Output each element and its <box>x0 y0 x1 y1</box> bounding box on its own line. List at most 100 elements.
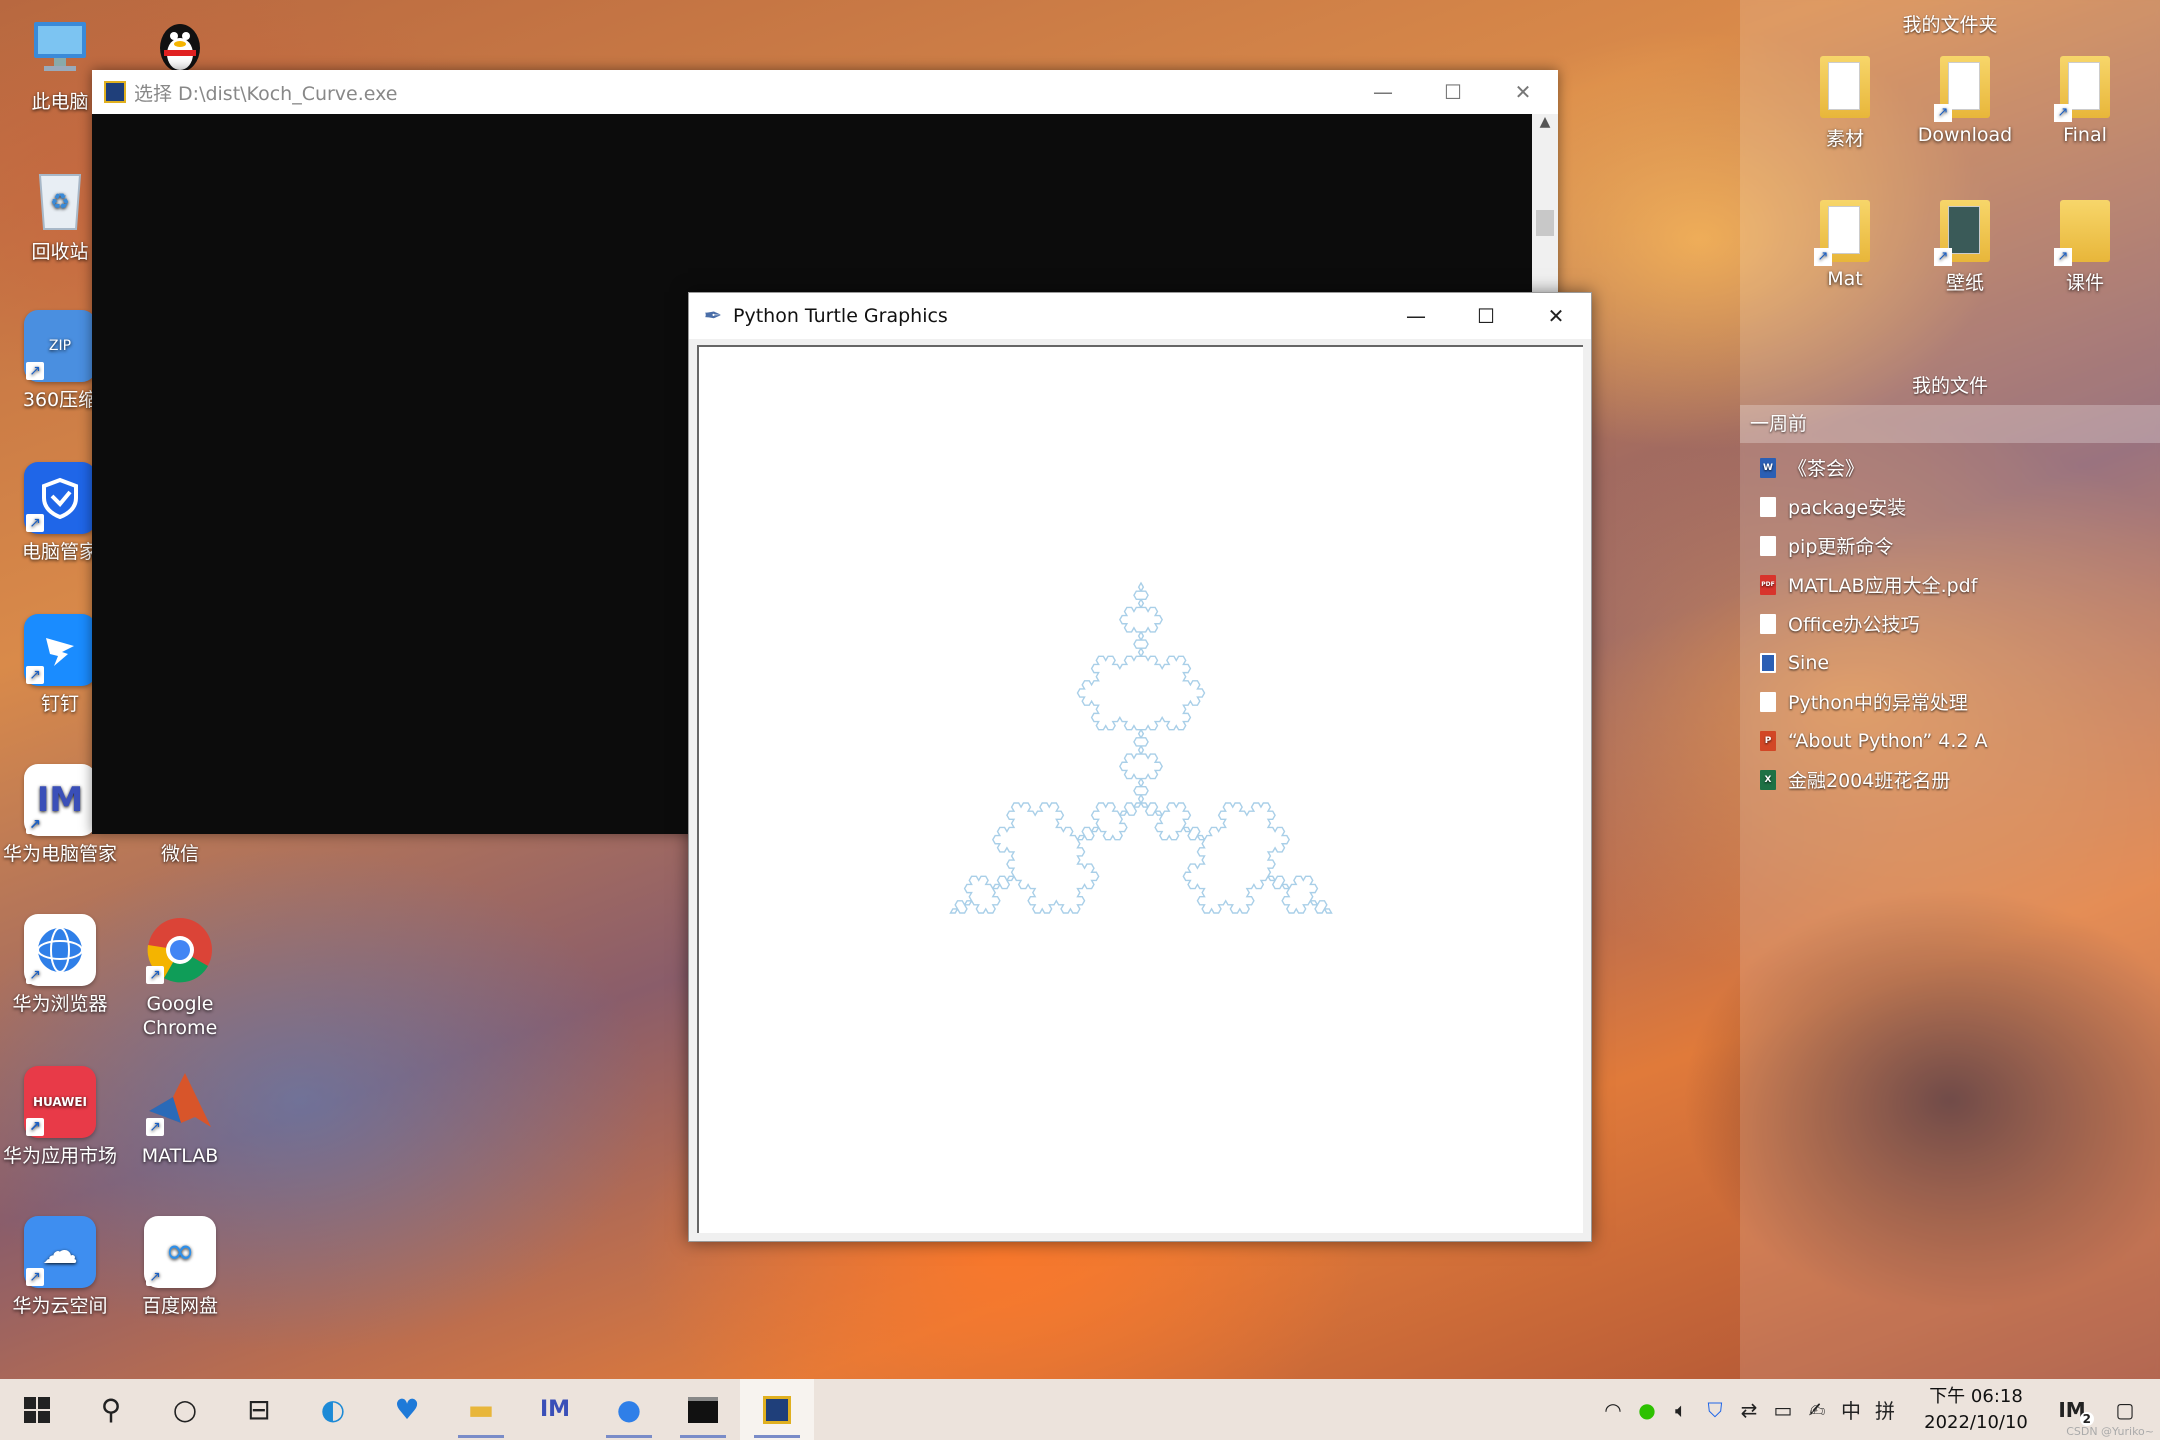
clock-time: 下午 06:18 <box>1929 1385 2023 1407</box>
huawei-tray-icon[interactable]: IM 2 <box>2050 1398 2094 1426</box>
settings-sliders-icon[interactable]: ⇄ <box>1732 1398 1766 1422</box>
desktop-icon-appgallery[interactable]: HUAWEI ↗ 华为应用市场 <box>0 1066 120 1168</box>
text-file-icon <box>1760 691 1776 712</box>
desktop-icon-label: 微信 <box>160 843 199 865</box>
ime-pinyin-button[interactable]: 拼 <box>1868 1395 1902 1424</box>
recent-group-header[interactable]: 一周前 <box>1740 405 2160 443</box>
browser-icon: ● <box>616 1393 642 1426</box>
taskbar-huawei-browser[interactable]: ● <box>592 1379 666 1440</box>
taskbar-edge[interactable]: ◐ <box>296 1379 370 1440</box>
start-button[interactable] <box>0 1379 74 1440</box>
file-icon <box>1760 652 1776 673</box>
text-file-icon <box>1760 496 1776 517</box>
console-titlebar[interactable]: 选择 D:\dist\Koch_Curve.exe — ☐ ✕ <box>92 70 1558 114</box>
task-view-button[interactable]: ⊟ <box>222 1379 296 1440</box>
watermark: CSDN @Yuriko~ <box>2066 1425 2154 1438</box>
svg-text:♻: ♻ <box>50 190 70 215</box>
recent-file-item[interactable]: Office办公技巧 <box>1740 604 2160 643</box>
turtle-maximize-button[interactable]: ☐ <box>1451 293 1521 339</box>
heartbeat-icon: ♥ <box>394 1393 420 1426</box>
recent-file-item[interactable]: Sine <box>1740 643 2160 682</box>
folder-courseware[interactable]: ↗ 课件 <box>2030 200 2140 295</box>
desktop-icon-huawei-cloud[interactable]: ☁ ↗ 华为云空间 <box>0 1216 120 1318</box>
turtle-canvas[interactable] <box>697 345 1583 1233</box>
python-exe-icon <box>104 81 126 103</box>
folder-sucai[interactable]: 素材 <box>1790 56 1900 151</box>
text-file-icon <box>1760 613 1776 634</box>
turtle-minimize-button[interactable]: — <box>1381 293 1451 339</box>
recent-file-label: Python中的异常处理 <box>1788 692 1968 714</box>
scroll-up-icon[interactable]: ▲ <box>1532 114 1558 130</box>
folder-label: Final <box>2063 124 2107 146</box>
recent-file-item[interactable]: PDF MATLAB应用大全.pdf <box>1740 565 2160 604</box>
recent-file-item[interactable]: P “About Python” 4.2 A <box>1740 721 2160 760</box>
pen-icon[interactable]: ✍ <box>1800 1398 1834 1422</box>
taskbar-file-explorer[interactable]: ▬ <box>444 1379 518 1440</box>
archive-icon: ZIP ↗ <box>24 310 96 382</box>
turtle-window[interactable]: ✒ Python Turtle Graphics — ☐ ✕ <box>688 292 1592 1242</box>
desktop-icon-chrome[interactable]: ↗ Google Chrome <box>120 914 240 1040</box>
folder-mat[interactable]: ↗ Mat <box>1790 200 1900 290</box>
folder-icon: ↗ <box>2054 56 2110 122</box>
recent-file-item[interactable]: Python中的异常处理 <box>1740 682 2160 721</box>
dingtalk-icon: ↗ <box>24 614 96 686</box>
cortana-button[interactable]: ○ <box>148 1379 222 1440</box>
scrollbar-thumb[interactable] <box>1536 210 1554 236</box>
clock[interactable]: 下午 06:18 2022/10/10 <box>1916 1384 2036 1436</box>
desktop-icon-label: 华为云空间 <box>12 1295 108 1317</box>
shield-icon: ↗ <box>24 462 96 534</box>
recent-file-item[interactable]: package安装 <box>1740 487 2160 526</box>
appgallery-icon: HUAWEI ↗ <box>24 1066 96 1138</box>
recent-file-item[interactable]: W 《茶会》 <box>1740 448 2160 487</box>
my-files-header: 我的文件 <box>1911 375 1988 397</box>
taskbar-huawei-pc-manager[interactable]: IM <box>518 1379 592 1440</box>
desktop-icon-label: 华为浏览器 <box>12 993 108 1015</box>
ime-mode-button[interactable]: 中 <box>1834 1395 1868 1424</box>
text-file-icon <box>1760 535 1776 556</box>
console-minimize-button[interactable]: — <box>1348 70 1418 114</box>
computer-icon <box>24 12 96 84</box>
browser-icon: ↗ <box>24 914 96 986</box>
recent-file-label: Sine <box>1788 651 1830 674</box>
recent-file-item[interactable]: pip更新命令 <box>1740 526 2160 565</box>
taskbar-python[interactable] <box>740 1379 814 1440</box>
search-icon: ⚲ <box>100 1393 122 1426</box>
pdf-file-icon: PDF <box>1760 574 1776 595</box>
folder-final[interactable]: ↗ Final <box>2030 56 2140 146</box>
volume-icon[interactable]: 🔈︎ <box>1664 1398 1698 1422</box>
battery-icon[interactable]: ▭ <box>1766 1398 1800 1422</box>
recent-file-label: 《茶会》 <box>1788 458 1865 480</box>
action-center-icon[interactable]: ▢ <box>2108 1398 2142 1422</box>
taskbar-console[interactable] <box>666 1379 740 1440</box>
taskbar-health[interactable]: ♥ <box>370 1379 444 1440</box>
folder-wallpaper[interactable]: ↗ 壁纸 <box>1910 200 2020 295</box>
folder-icon <box>1820 56 1870 118</box>
baidu-netdisk-icon: ∞ ↗ <box>144 1216 216 1288</box>
folder-download[interactable]: ↗ Download <box>1910 56 2020 146</box>
folder-label: 素材 <box>1825 128 1864 150</box>
folder-label: 课件 <box>2065 272 2104 294</box>
folder-icon: ▬ <box>467 1393 495 1426</box>
shield-tray-icon[interactable]: ⛉ <box>1698 1398 1732 1422</box>
console-maximize-button[interactable]: ☐ <box>1418 70 1488 114</box>
wifi-icon[interactable]: ◠ <box>1596 1398 1630 1422</box>
desktop-icon-label: 华为应用市场 <box>2 1145 117 1167</box>
my-folders-header: 我的文件夹 <box>1902 14 1998 36</box>
turtle-close-button[interactable]: ✕ <box>1521 293 1591 339</box>
windows-logo-icon <box>24 1396 50 1423</box>
desktop-icon-huawei-browser[interactable]: ↗ 华为浏览器 <box>0 914 120 1016</box>
folder-label: Download <box>1917 124 2013 146</box>
recent-file-item[interactable]: X 金融2004班花名册 <box>1740 760 2160 799</box>
desktop-icon-label: 华为电脑管家 <box>2 843 117 865</box>
desktop-icon-matlab[interactable]: ↗ MATLAB <box>120 1066 240 1168</box>
wechat-tray-icon[interactable]: ● <box>1630 1398 1664 1422</box>
console-close-button[interactable]: ✕ <box>1488 70 1558 114</box>
recycle-bin-icon: ♻ <box>24 162 96 234</box>
powerpoint-file-icon: P <box>1760 730 1776 751</box>
recent-files-list: W 《茶会》 package安装 pip更新命令 PDF MATLAB应用大全.pd… <box>1740 448 2160 799</box>
folder-label: Mat <box>1827 268 1863 290</box>
desktop-icon-baidu-netdisk[interactable]: ∞ ↗ 百度网盘 <box>120 1216 240 1318</box>
search-button[interactable]: ⚲ <box>74 1379 148 1440</box>
folder-icon: ↗ <box>1934 200 1990 266</box>
turtle-titlebar[interactable]: ✒ Python Turtle Graphics — ☐ ✕ <box>689 293 1591 339</box>
